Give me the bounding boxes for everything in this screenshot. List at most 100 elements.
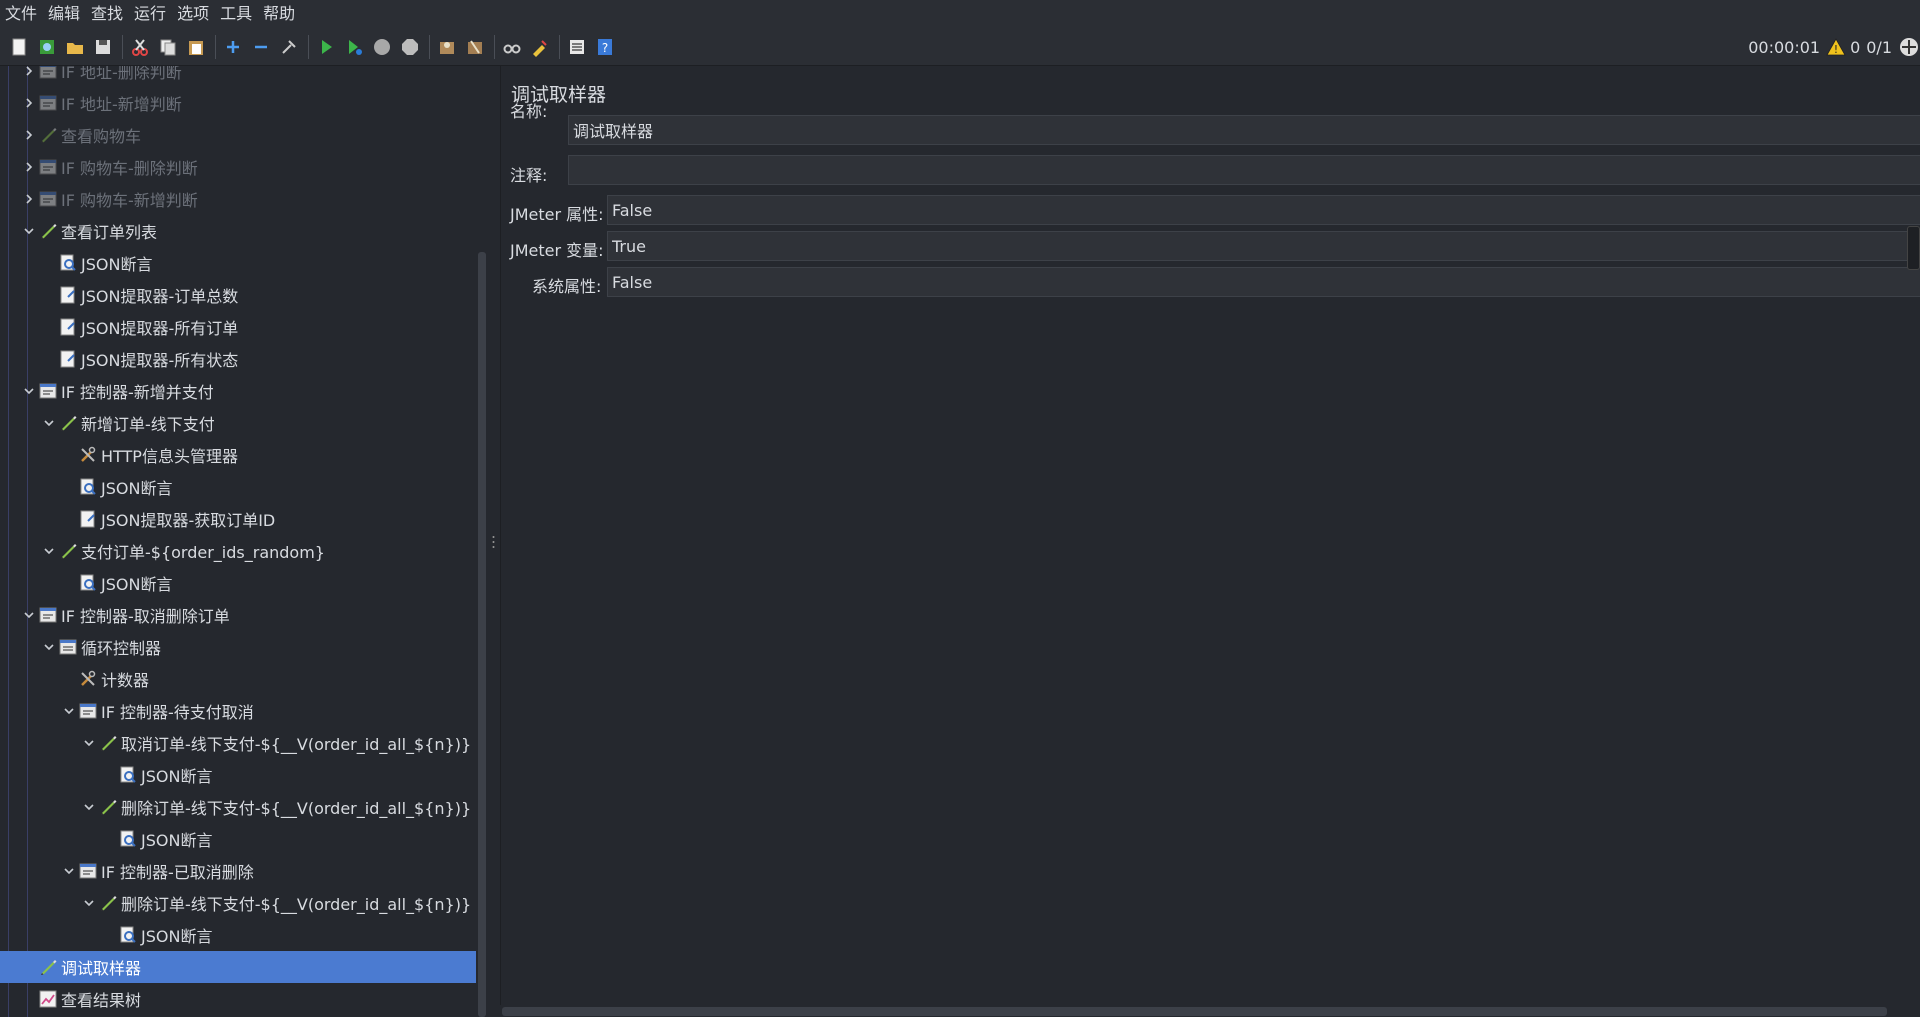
assertion-icon: [118, 765, 138, 785]
expanded-arrow-icon[interactable]: [80, 887, 98, 919]
menu-file[interactable]: 文件: [0, 0, 43, 28]
menu-help[interactable]: 帮助: [258, 0, 301, 28]
help-icon[interactable]: ?: [592, 34, 618, 60]
tree-node[interactable]: JSON断言: [0, 567, 476, 599]
tree-node[interactable]: 查看购物车: [0, 119, 476, 151]
expanded-arrow-icon[interactable]: [20, 375, 38, 407]
tree-node[interactable]: 新增订单-线下支付: [0, 407, 476, 439]
memory-indicator[interactable]: [1907, 226, 1920, 270]
templates-icon[interactable]: [34, 34, 60, 60]
extractor-icon: [58, 349, 78, 369]
menu-options[interactable]: 选项: [172, 0, 215, 28]
copy-icon[interactable]: [155, 34, 181, 60]
cut-icon[interactable]: [127, 34, 153, 60]
paste-icon[interactable]: [183, 34, 209, 60]
tree-node[interactable]: IF 地址-删除判断: [0, 66, 476, 87]
tree-node[interactable]: 查看结果树: [0, 983, 476, 1015]
collapsed-arrow-icon[interactable]: [20, 66, 38, 87]
clear-all-icon[interactable]: [462, 34, 488, 60]
tree-node-label: JSON提取器-所有订单: [81, 319, 239, 338]
tree-node[interactable]: IF 控制器-已取消删除: [0, 855, 476, 887]
open-icon[interactable]: [62, 34, 88, 60]
collapse-icon[interactable]: [248, 34, 274, 60]
start-no-pause-icon[interactable]: [341, 34, 367, 60]
save-icon[interactable]: [90, 34, 116, 60]
expanded-arrow-icon[interactable]: [40, 631, 58, 663]
if-controller-icon: [38, 93, 58, 113]
splitter-grip-icon[interactable]: [492, 534, 495, 548]
tree-node[interactable]: 取消订单-线下支付-${__V(order_id_all_${n})}: [0, 727, 476, 759]
menu-edit[interactable]: 编辑: [43, 0, 86, 28]
tree-node[interactable]: 调试取样器: [0, 951, 476, 983]
start-icon[interactable]: [313, 34, 339, 60]
test-plan-tree: IF 地址-删除判断 IF 地址-新增判断 查看购物车 IF 购物车-删除判断 IF 购…: [0, 66, 476, 1017]
tree-node[interactable]: JSON断言: [0, 247, 476, 279]
tree-node[interactable]: 删除订单-线下支付-${__V(order_id_all_${n})}: [0, 791, 476, 823]
expand-icon[interactable]: [220, 34, 246, 60]
menu-search[interactable]: 查找: [86, 0, 129, 28]
sampler-pen-icon: [38, 221, 58, 241]
expanded-arrow-icon[interactable]: [80, 791, 98, 823]
collapsed-arrow-icon[interactable]: [20, 119, 38, 151]
tree-node[interactable]: IF 购物车-删除判断: [0, 151, 476, 183]
shutdown-icon[interactable]: [397, 34, 423, 60]
tree-node[interactable]: IF 购物车-新增判断: [0, 183, 476, 215]
remote-indicator-icon[interactable]: [1898, 36, 1920, 58]
warning-icon[interactable]: !: [1826, 38, 1846, 56]
tree-node-label: JSON断言: [101, 575, 173, 594]
expanded-arrow-icon[interactable]: [60, 695, 78, 727]
menu-tools[interactable]: 工具: [215, 0, 258, 28]
tree-node[interactable]: HTTP信息头管理器: [0, 439, 476, 471]
tree-node[interactable]: IF 控制器-取消删除订单: [0, 599, 476, 631]
expanded-arrow-icon[interactable]: [40, 407, 58, 439]
name-field[interactable]: [568, 115, 1920, 145]
tree-node[interactable]: 支付订单-${order_ids_random}: [0, 535, 476, 567]
tree-node[interactable]: IF 控制器-待支付取消: [0, 695, 476, 727]
collapsed-arrow-icon[interactable]: [20, 183, 38, 215]
tree-node-label: 新增订单-线下支付: [81, 415, 215, 434]
if-controller-icon: [78, 861, 98, 881]
stop-icon[interactable]: [369, 34, 395, 60]
comment-field[interactable]: [568, 155, 1920, 185]
tree-node[interactable]: JSON断言: [0, 759, 476, 791]
reset-search-icon[interactable]: [527, 34, 553, 60]
tree-node-label: JSON断言: [141, 927, 213, 946]
jmeter-props-field[interactable]: [607, 195, 1920, 225]
toggle-icon[interactable]: [276, 34, 302, 60]
tree-node-label: 查看订单列表: [61, 223, 158, 242]
system-props-field[interactable]: [607, 267, 1920, 297]
system-props-label: 系统属性:: [532, 277, 602, 296]
expanded-arrow-icon[interactable]: [60, 855, 78, 887]
tree-node[interactable]: JSON提取器-所有状态: [0, 343, 476, 375]
tree-node[interactable]: JSON断言: [0, 919, 476, 951]
tree-node[interactable]: JSON断言: [0, 471, 476, 503]
jmeter-vars-field[interactable]: [607, 231, 1920, 261]
tree-node[interactable]: IF 地址-新增判断: [0, 87, 476, 119]
expanded-arrow-icon[interactable]: [20, 215, 38, 247]
clear-icon[interactable]: [434, 34, 460, 60]
tree-node[interactable]: JSON提取器-所有订单: [0, 311, 476, 343]
tree-node[interactable]: 删除订单-线下支付-${__V(order_id_all_${n})}: [0, 887, 476, 919]
function-helper-icon[interactable]: [564, 34, 590, 60]
expanded-arrow-icon[interactable]: [80, 727, 98, 759]
tree-node[interactable]: 查看订单列表: [0, 215, 476, 247]
expanded-arrow-icon[interactable]: [40, 535, 58, 567]
tree-node[interactable]: JSON断言: [0, 823, 476, 855]
tree-node[interactable]: IF 控制器-新增并支付: [0, 375, 476, 407]
tree-scrollbar-thumb[interactable]: [478, 252, 486, 1017]
collapsed-arrow-icon[interactable]: [20, 151, 38, 183]
horizontal-scrollbar-thumb[interactable]: [502, 1007, 1887, 1016]
tree-node-label: 支付订单-${order_ids_random}: [81, 543, 325, 562]
menu-run[interactable]: 运行: [129, 0, 172, 28]
tree-node[interactable]: JSON提取器-订单总数: [0, 279, 476, 311]
collapsed-arrow-icon[interactable]: [20, 87, 38, 119]
tree-node[interactable]: 循环控制器: [0, 631, 476, 663]
search-icon[interactable]: [499, 34, 525, 60]
tree-node[interactable]: 计数器: [0, 663, 476, 695]
expanded-arrow-icon[interactable]: [20, 599, 38, 631]
new-icon[interactable]: [6, 34, 32, 60]
tree-node[interactable]: JSON提取器-获取订单ID: [0, 503, 476, 535]
